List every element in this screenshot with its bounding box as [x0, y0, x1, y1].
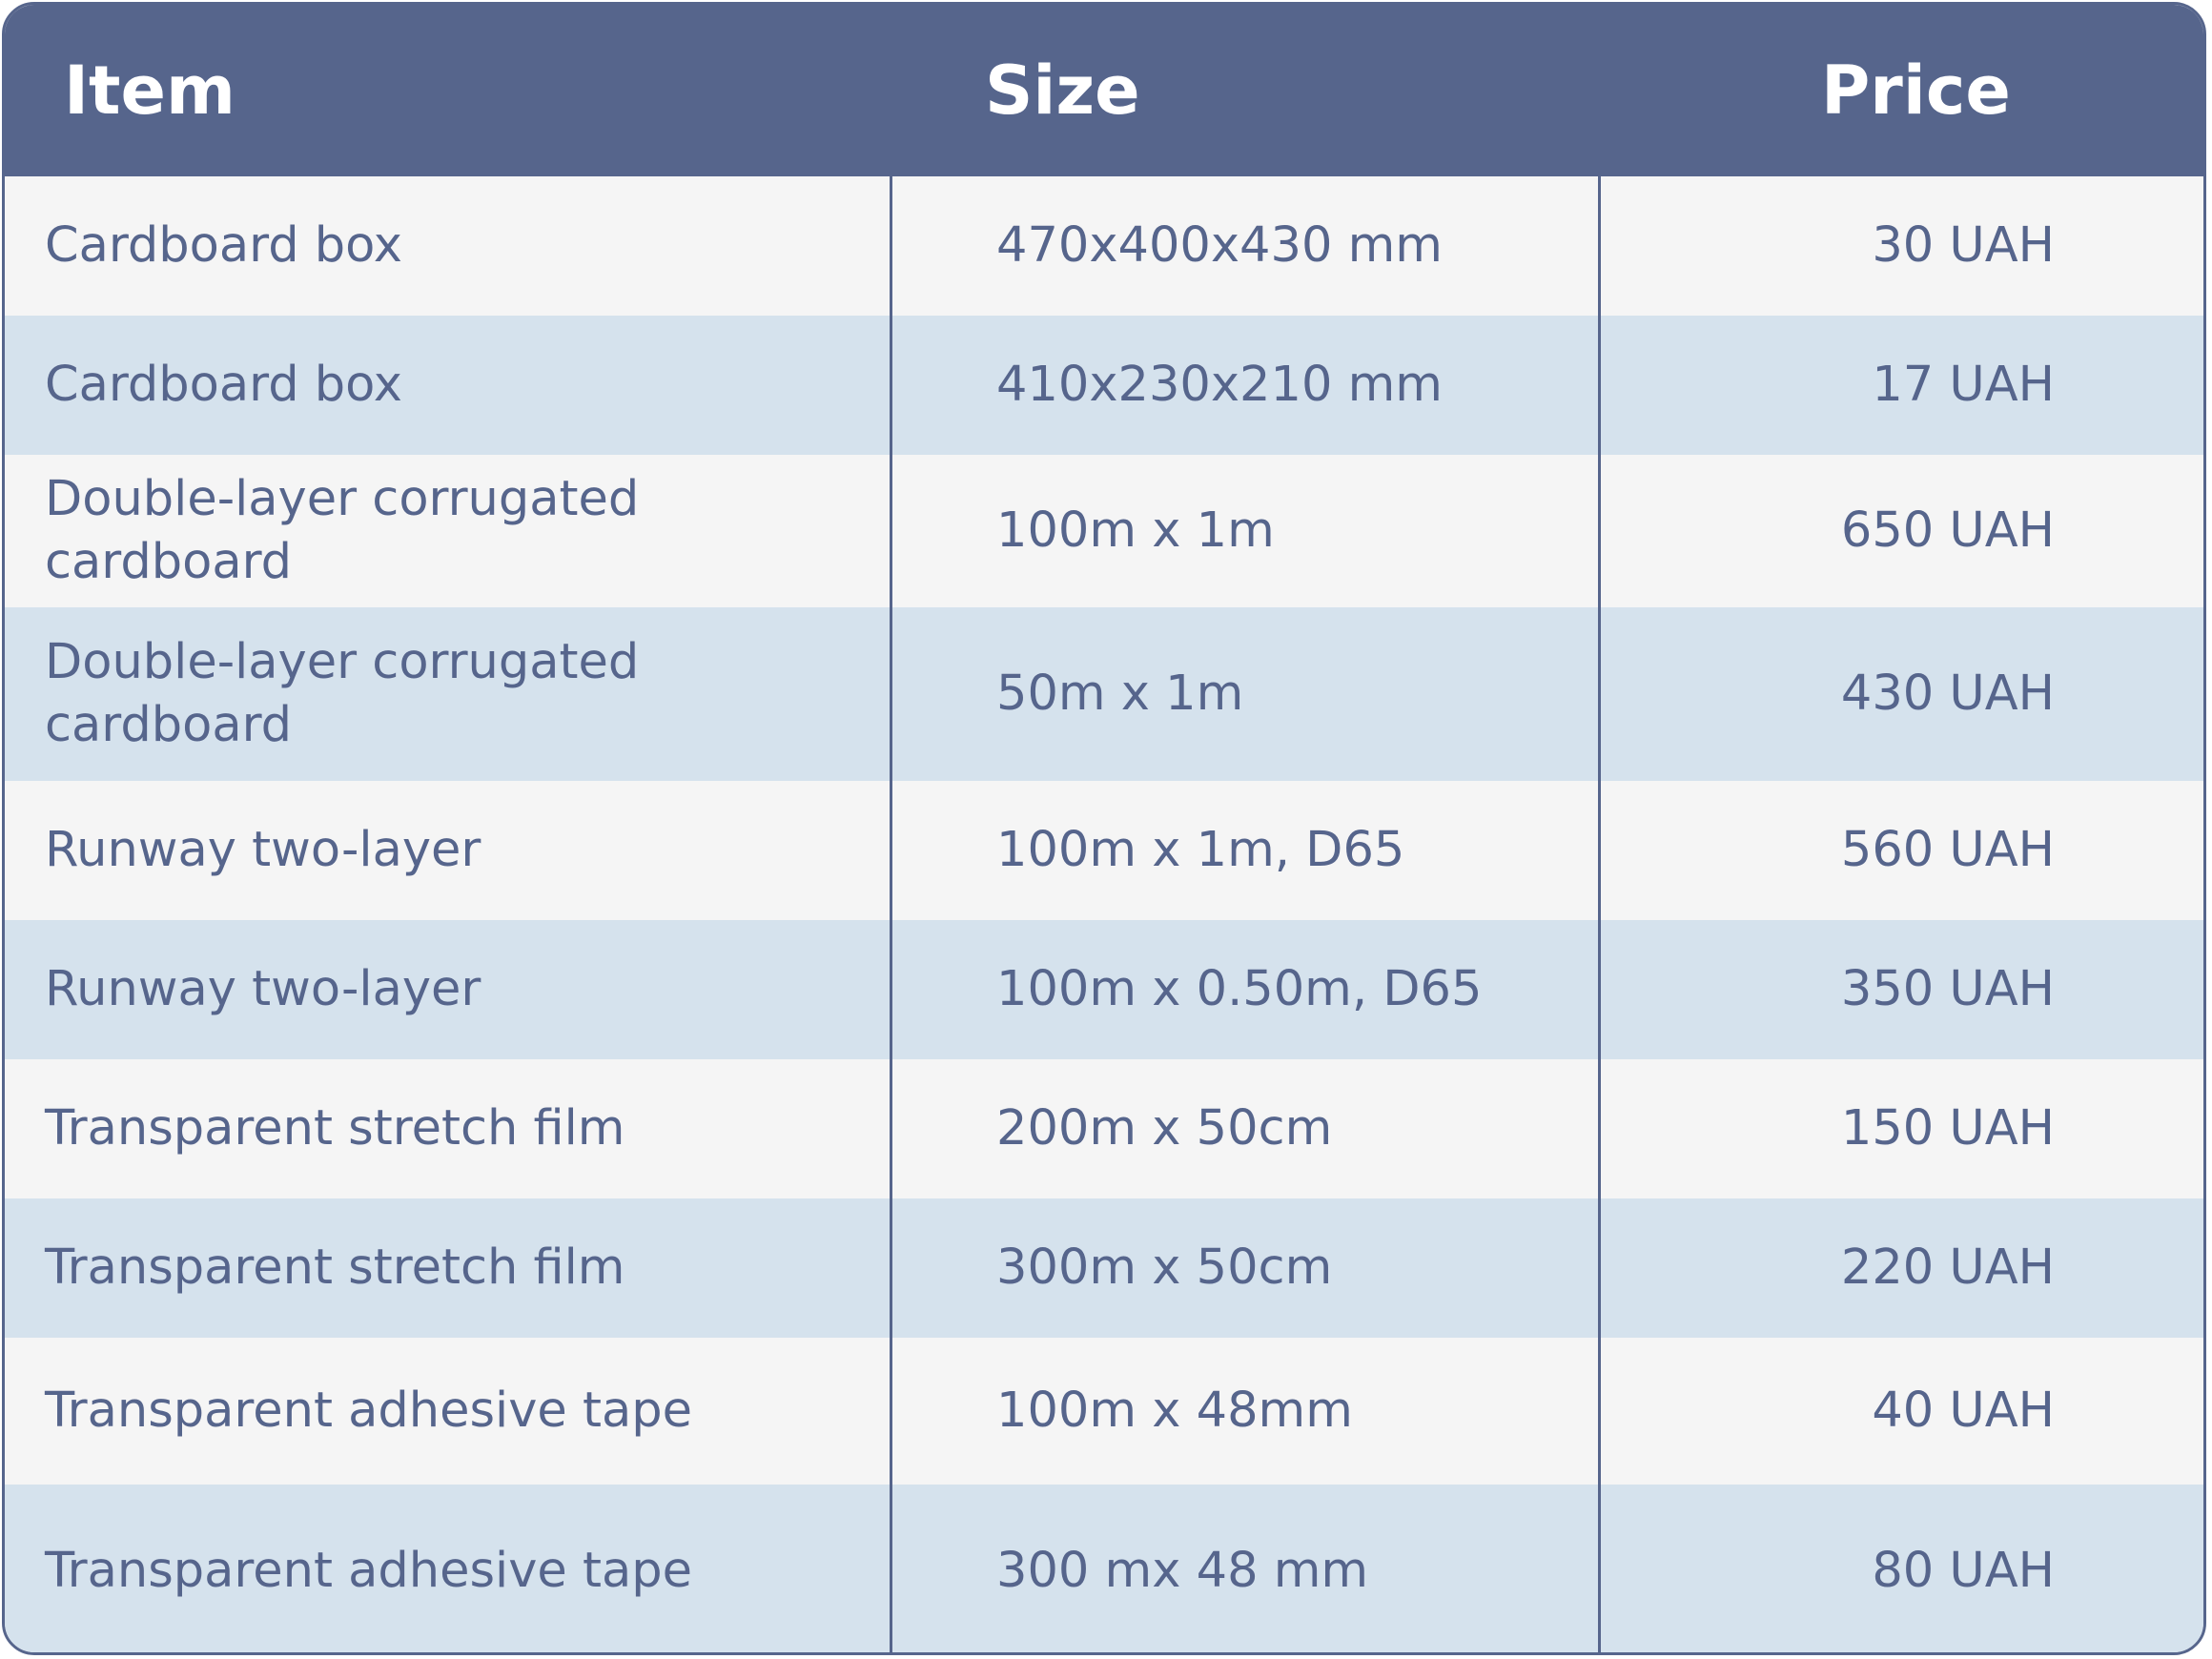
cell-price: 30 UAH	[1872, 217, 2055, 274]
cell-size: 100m x 1m, D65	[996, 822, 1405, 878]
price-table: Item Size Price Cardboard box 470x400x43…	[2, 2, 2206, 1655]
cell-item: Transparent stretch film	[45, 1239, 625, 1296]
header-size: Size	[985, 51, 1140, 130]
column-divider	[890, 176, 892, 1652]
table-row: Double-layer corrugated cardboard 50m x …	[5, 607, 2203, 781]
header-price: Price	[1821, 51, 2011, 130]
cell-size: 200m x 50cm	[996, 1100, 1333, 1157]
cell-size: 470x400x430 mm	[996, 217, 1443, 274]
table-row: Cardboard box 470x400x430 mm 30 UAH	[5, 176, 2203, 316]
table-row: Transparent stretch film 200m x 50cm 150…	[5, 1059, 2203, 1198]
cell-item: Transparent stretch film	[45, 1100, 625, 1157]
table-row: Double-layer corrugated cardboard 100m x…	[5, 455, 2203, 607]
cell-size: 100m x 1m	[996, 502, 1275, 559]
table-body: Cardboard box 470x400x430 mm 30 UAH Card…	[5, 176, 2203, 1652]
cell-item: Runway two-layer	[45, 822, 481, 878]
cell-item: Double-layer corrugated cardboard	[45, 471, 640, 590]
cell-size: 100m x 0.50m, D65	[996, 961, 1483, 1017]
cell-item: Runway two-layer	[45, 961, 481, 1017]
cell-size: 300m x 50cm	[996, 1239, 1333, 1296]
cell-price: 150 UAH	[1840, 1100, 2055, 1157]
table-header: Item Size Price	[5, 5, 2203, 176]
table-row: Transparent stretch film 300m x 50cm 220…	[5, 1198, 2203, 1338]
header-item: Item	[64, 51, 236, 130]
table-row: Runway two-layer 100m x 1m, D65 560 UAH	[5, 781, 2203, 920]
cell-item: Cardboard box	[45, 357, 402, 413]
cell-size: 410x230x210 mm	[996, 357, 1443, 413]
cell-item: Double-layer corrugated cardboard	[45, 634, 640, 753]
cell-size: 100m x 48mm	[996, 1382, 1353, 1439]
cell-price: 220 UAH	[1840, 1239, 2055, 1296]
cell-price: 650 UAH	[1840, 502, 2055, 559]
cell-size: 300 mx 48 mm	[996, 1543, 1369, 1599]
cell-item: Transparent adhesive tape	[45, 1543, 692, 1599]
table-row: Transparent adhesive tape 100m x 48mm 40…	[5, 1338, 2203, 1485]
cell-item: Cardboard box	[45, 217, 402, 274]
cell-item: Transparent adhesive tape	[45, 1382, 692, 1439]
column-divider	[1598, 176, 1601, 1652]
cell-price: 430 UAH	[1840, 666, 2055, 722]
cell-price: 17 UAH	[1872, 357, 2055, 413]
cell-price: 40 UAH	[1872, 1382, 2055, 1439]
table-row: Transparent adhesive tape 300 mx 48 mm 8…	[5, 1485, 2203, 1652]
table-row: Runway two-layer 100m x 0.50m, D65 350 U…	[5, 920, 2203, 1059]
table-row: Cardboard box 410x230x210 mm 17 UAH	[5, 316, 2203, 455]
cell-price: 80 UAH	[1872, 1543, 2055, 1599]
cell-price: 560 UAH	[1840, 822, 2055, 878]
cell-size: 50m x 1m	[996, 666, 1244, 722]
cell-price: 350 UAH	[1840, 961, 2055, 1017]
